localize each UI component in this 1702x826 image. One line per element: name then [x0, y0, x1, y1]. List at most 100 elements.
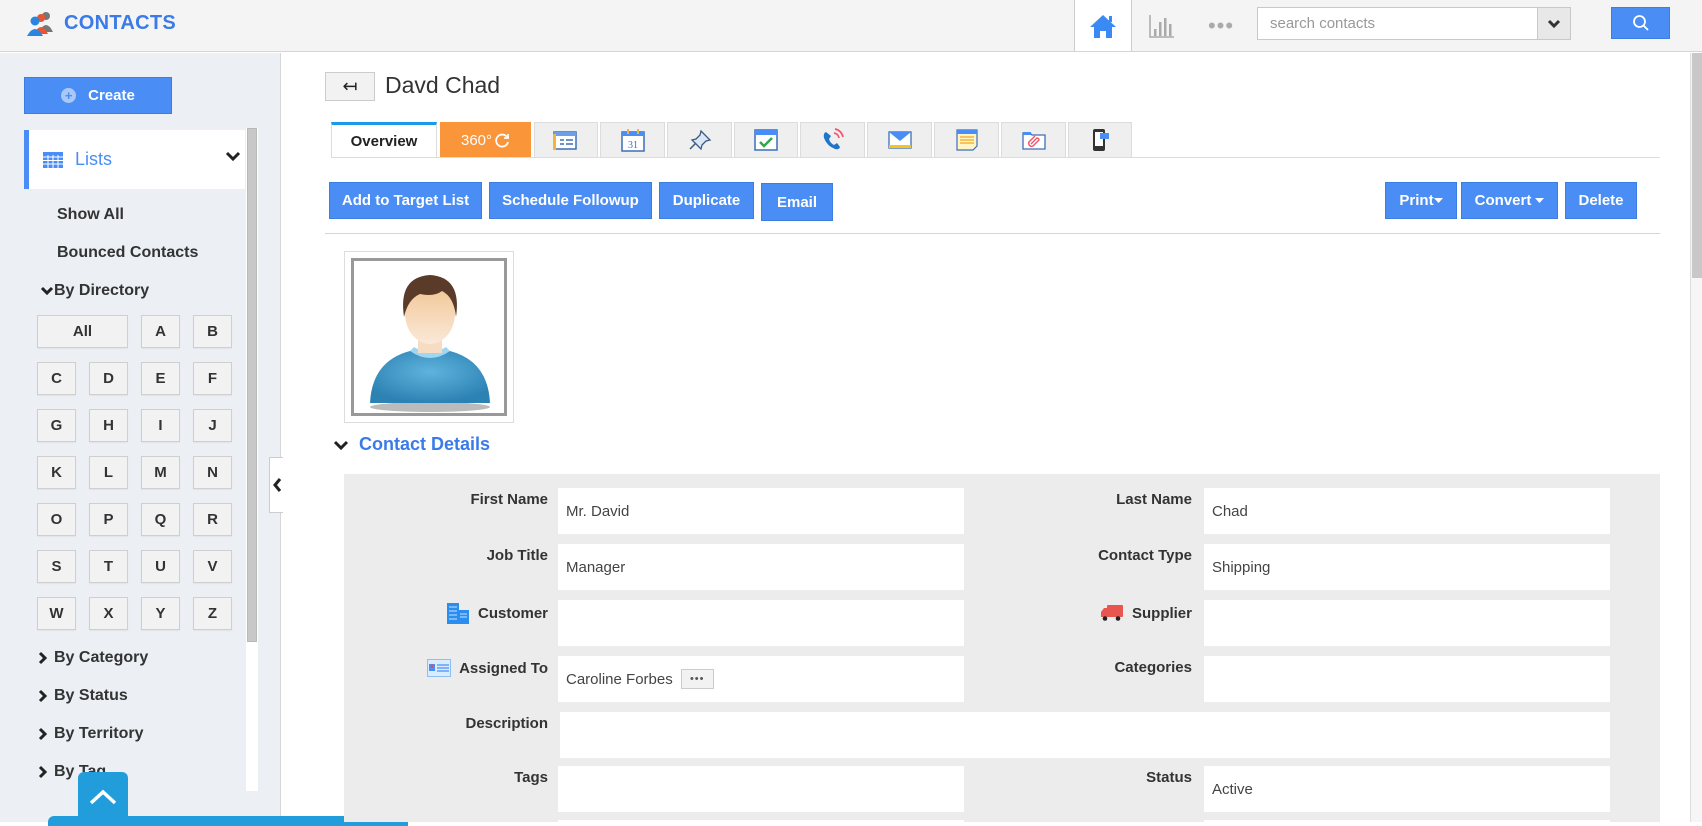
- directory-letter-y[interactable]: Y: [141, 597, 180, 630]
- tab-360[interactable]: 360°: [440, 122, 531, 158]
- scroll-to-top-button[interactable]: [78, 772, 128, 822]
- description-field[interactable]: [560, 712, 1610, 758]
- directory-letter-q[interactable]: Q: [141, 503, 180, 536]
- assign-user-button[interactable]: •••: [680, 669, 714, 689]
- id-card-icon: [427, 659, 452, 677]
- sidebar-tree-by-status[interactable]: By Status: [38, 687, 128, 705]
- directory-letter-s[interactable]: S: [37, 550, 76, 583]
- directory-letter-n[interactable]: N: [193, 456, 232, 489]
- directory-letter-e[interactable]: E: [141, 362, 180, 395]
- directory-letter-j[interactable]: J: [193, 409, 232, 442]
- directory-letter-c[interactable]: C: [37, 362, 76, 395]
- delete-button[interactable]: Delete: [1565, 182, 1637, 219]
- tab-mobile[interactable]: [1068, 122, 1132, 158]
- search-button[interactable]: [1611, 7, 1670, 39]
- categories-label: Categories: [1114, 658, 1192, 676]
- directory-letter-d[interactable]: D: [89, 362, 128, 395]
- next-field-partial[interactable]: [558, 820, 964, 824]
- nav-reports[interactable]: [1134, 0, 1190, 52]
- search-input[interactable]: [1258, 8, 1528, 39]
- tab-attachments[interactable]: [1001, 122, 1066, 158]
- tags-field[interactable]: [558, 766, 964, 812]
- nav-more[interactable]: •••: [1196, 0, 1246, 52]
- directory-letter-r[interactable]: R: [193, 503, 232, 536]
- tab-calls[interactable]: [800, 122, 865, 158]
- nav-home[interactable]: [1074, 0, 1132, 51]
- main-scroll-thumb[interactable]: [1692, 53, 1702, 278]
- duplicate-button[interactable]: Duplicate: [659, 182, 754, 219]
- directory-letter-p[interactable]: P: [89, 503, 128, 536]
- contact-photo[interactable]: [344, 251, 514, 423]
- directory-letter-a[interactable]: A: [141, 315, 180, 348]
- status-field[interactable]: Active: [1204, 766, 1610, 812]
- assigned-to-value: Caroline Forbes: [566, 670, 673, 688]
- chevron-down-icon: [1547, 19, 1561, 28]
- customer-label[interactable]: Customer: [344, 600, 548, 626]
- assigned-to-field[interactable]: Caroline Forbes •••: [558, 656, 964, 702]
- tab-calendar[interactable]: 31: [600, 122, 665, 158]
- chevron-down-icon[interactable]: [225, 150, 241, 162]
- contact-details-section-toggle[interactable]: Contact Details: [333, 434, 490, 455]
- tab-360-label: 360°: [460, 131, 493, 149]
- sidebar-scrollbar[interactable]: [246, 128, 258, 791]
- phone-call-icon: [823, 128, 844, 150]
- print-button[interactable]: Print: [1385, 182, 1457, 219]
- tab-emails[interactable]: [867, 122, 932, 158]
- task-check-icon: [754, 129, 778, 151]
- job-title-field[interactable]: Manager: [558, 544, 964, 590]
- directory-letter-u[interactable]: U: [141, 550, 180, 583]
- directory-letter-z[interactable]: Z: [193, 597, 232, 630]
- directory-letter-all[interactable]: All: [37, 315, 128, 348]
- contacts-logo-icon: [27, 12, 53, 36]
- directory-letter-v[interactable]: V: [193, 550, 232, 583]
- directory-letter-k[interactable]: K: [37, 456, 76, 489]
- directory-letter-b[interactable]: B: [193, 315, 232, 348]
- sidebar-tree-by-category[interactable]: By Category: [38, 649, 148, 667]
- main-scrollbar[interactable]: [1690, 53, 1702, 822]
- tab-overview[interactable]: Overview: [331, 122, 437, 158]
- lists-panel-header[interactable]: Lists: [24, 130, 245, 189]
- tab-notes[interactable]: [934, 122, 999, 158]
- tab-pins[interactable]: [667, 122, 732, 158]
- contact-type-field[interactable]: Shipping: [1204, 544, 1610, 590]
- last-name-field[interactable]: Chad: [1204, 488, 1610, 534]
- directory-letter-t[interactable]: T: [89, 550, 128, 583]
- supplier-field[interactable]: [1204, 600, 1610, 646]
- tab-details[interactable]: [534, 122, 598, 158]
- sidebar-collapse-toggle[interactable]: [269, 457, 283, 513]
- tab-tasks[interactable]: [734, 122, 798, 158]
- lists-label: Lists: [75, 149, 113, 169]
- first-name-field[interactable]: Mr. David: [558, 488, 964, 534]
- sidebar-item-show-all[interactable]: Show All: [57, 206, 124, 224]
- sidebar-scroll-thumb[interactable]: [247, 128, 257, 642]
- create-button[interactable]: + Create: [24, 77, 172, 114]
- directory-letter-x[interactable]: X: [89, 597, 128, 630]
- app-logo[interactable]: CONTACTS: [26, 10, 176, 36]
- customer-field[interactable]: [558, 600, 964, 646]
- directory-letter-m[interactable]: M: [141, 456, 180, 489]
- contact-type-label: Contact Type: [1098, 546, 1192, 564]
- search-icon: [1632, 15, 1649, 31]
- directory-letter-i[interactable]: I: [141, 409, 180, 442]
- supplier-label[interactable]: Supplier: [1044, 600, 1192, 626]
- schedule-followup-button[interactable]: Schedule Followup: [489, 182, 652, 219]
- directory-letter-o[interactable]: O: [37, 503, 76, 536]
- sidebar-tree-by-directory[interactable]: By Directory: [40, 282, 149, 300]
- directory-letter-g[interactable]: G: [37, 409, 76, 442]
- directory-letter-l[interactable]: L: [89, 456, 128, 489]
- search-dropdown-button[interactable]: [1537, 8, 1570, 39]
- back-button[interactable]: ↤: [325, 72, 375, 101]
- calendar-icon: 31: [620, 129, 645, 152]
- directory-letter-h[interactable]: H: [89, 409, 128, 442]
- directory-letter-w[interactable]: W: [37, 597, 76, 630]
- next-field-partial[interactable]: [1204, 820, 1610, 824]
- sidebar-tree-by-territory[interactable]: By Territory: [38, 725, 144, 743]
- convert-button[interactable]: Convert: [1461, 182, 1558, 219]
- categories-field[interactable]: [1204, 656, 1610, 702]
- email-button[interactable]: Email: [761, 183, 833, 221]
- building-icon: [446, 603, 469, 624]
- add-to-target-list-button[interactable]: Add to Target List: [329, 182, 482, 219]
- create-label: Create: [88, 87, 135, 104]
- directory-letter-f[interactable]: F: [193, 362, 232, 395]
- sidebar-item-bounced-contacts[interactable]: Bounced Contacts: [57, 244, 198, 262]
